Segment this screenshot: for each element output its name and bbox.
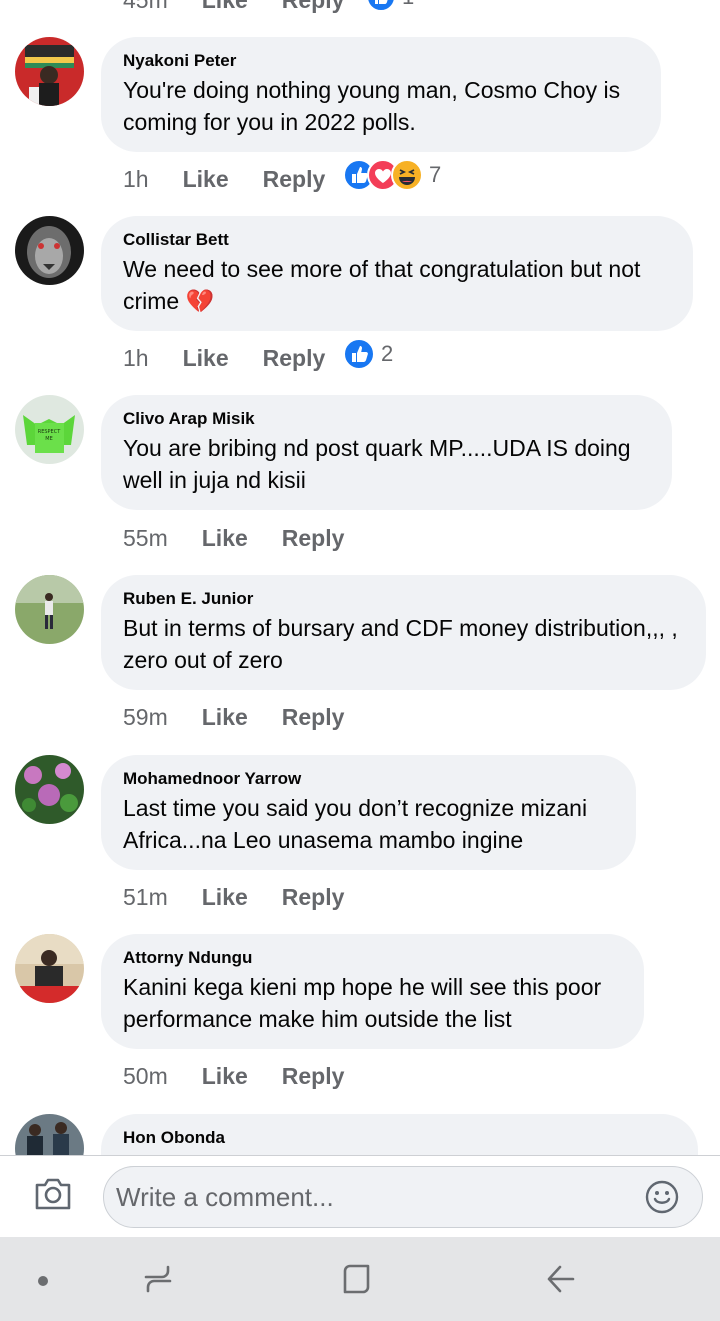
camera-icon[interactable]: [33, 1176, 73, 1212]
reply-button[interactable]: Reply: [282, 525, 345, 552]
like-reaction-icon: [343, 338, 375, 370]
reply-button[interactable]: Reply: [263, 345, 326, 372]
avatar[interactable]: [15, 934, 84, 1003]
reaction-count: 2: [381, 341, 394, 366]
comment-time: 51m: [123, 883, 168, 910]
avatar[interactable]: [15, 755, 84, 824]
comment-actions: 1h Like Reply: [123, 161, 325, 197]
svg-text:ME: ME: [45, 436, 52, 442]
comment-bubble[interactable]: Collistar Bett We need to see more of th…: [101, 216, 693, 331]
reaction-count: 7: [429, 162, 442, 187]
smiley-icon[interactable]: [644, 1179, 680, 1215]
reply-button[interactable]: Reply: [282, 0, 345, 14]
like-button[interactable]: Like: [202, 884, 248, 911]
comment-text: But in terms of bursary and CDF money di…: [123, 615, 678, 673]
reply-button[interactable]: Reply: [282, 884, 345, 911]
reaction-summary[interactable]: 7: [343, 159, 441, 191]
comment-author[interactable]: Ruben E. Junior: [123, 588, 684, 610]
like-button[interactable]: Like: [183, 345, 229, 372]
reaction-summary[interactable]: 1: [366, 0, 414, 12]
like-reaction-icon: [366, 0, 396, 12]
comment-text: You are bribing nd post quark MP.....UDA…: [123, 435, 631, 493]
haha-reaction-icon: [391, 159, 423, 191]
comment-time: 50m: [123, 1062, 168, 1089]
back-icon[interactable]: [545, 1263, 575, 1295]
comment-author[interactable]: Mohamednoor Yarrow: [123, 768, 614, 790]
comment-time: 55m: [123, 524, 168, 551]
comment-text: Last time you said you don’t recognize m…: [123, 795, 588, 853]
comment-time: 59m: [123, 703, 168, 730]
comment-author[interactable]: Nyakoni Peter: [123, 50, 639, 72]
recent-apps-icon[interactable]: [143, 1263, 173, 1295]
like-button[interactable]: Like: [183, 166, 229, 193]
comment-actions-partial: 45m Like Reply: [123, 0, 344, 18]
avatar[interactable]: [15, 37, 84, 106]
comment-actions: 50m Like Reply: [123, 1058, 344, 1094]
like-button[interactable]: Like: [202, 704, 248, 731]
nav-dot-icon[interactable]: [36, 1274, 50, 1288]
comment-author[interactable]: Attorny Ndungu: [123, 947, 622, 969]
comment-text: Kanini kega kieni mp hope he will see th…: [123, 974, 602, 1032]
reply-button[interactable]: Reply: [282, 704, 345, 731]
reply-button[interactable]: Reply: [263, 166, 326, 193]
comment-bubble[interactable]: Mohamednoor Yarrow Last time you said yo…: [101, 755, 636, 870]
comment-bubble[interactable]: Hon Obonda: [101, 1114, 698, 1155]
comment-actions: 51m Like Reply: [123, 879, 344, 915]
comment-bubble[interactable]: Nyakoni Peter You're doing nothing young…: [101, 37, 661, 152]
comment-text: We need to see more of that congratulati…: [123, 256, 641, 314]
comment-author[interactable]: Hon Obonda: [123, 1127, 676, 1149]
comment-input-placeholder: Write a comment...: [116, 1182, 334, 1212]
comment-actions: 59m Like Reply: [123, 699, 344, 735]
like-button[interactable]: Like: [202, 1063, 248, 1090]
like-button[interactable]: Like: [202, 0, 248, 14]
reaction-count: 1: [402, 0, 414, 10]
avatar[interactable]: RESPECT ME: [15, 395, 84, 464]
like-button[interactable]: Like: [202, 525, 248, 552]
home-icon[interactable]: [342, 1263, 374, 1295]
comment-author[interactable]: Clivo Arap Misik: [123, 408, 650, 430]
reply-button[interactable]: Reply: [282, 1063, 345, 1090]
comment-input[interactable]: Write a comment...: [103, 1166, 703, 1228]
comment-time: 45m: [123, 0, 168, 14]
comment-time: 1h: [123, 165, 149, 192]
comment-actions: 1h Like Reply: [123, 340, 325, 376]
svg-text:RESPECT: RESPECT: [38, 429, 61, 435]
comment-bubble[interactable]: Clivo Arap Misik You are bribing nd post…: [101, 395, 672, 510]
avatar[interactable]: [15, 575, 84, 644]
avatar[interactable]: [15, 1114, 84, 1155]
avatar[interactable]: [15, 216, 84, 285]
comment-author[interactable]: Collistar Bett: [123, 229, 671, 251]
comment-bubble[interactable]: Attorny Ndungu Kanini kega kieni mp hope…: [101, 934, 644, 1049]
comment-actions: 55m Like Reply: [123, 520, 344, 556]
comments-list: 45m Like Reply 1 Nyakoni Peter You're do…: [0, 0, 720, 1155]
system-navigation-bar: [0, 1237, 720, 1321]
comment-time: 1h: [123, 344, 149, 371]
reaction-summary[interactable]: 2: [343, 338, 393, 370]
comment-text: You're doing nothing young man, Cosmo Ch…: [123, 77, 621, 135]
comment-bubble[interactable]: Ruben E. Junior But in terms of bursary …: [101, 575, 706, 690]
comment-composer: Write a comment...: [0, 1155, 720, 1238]
